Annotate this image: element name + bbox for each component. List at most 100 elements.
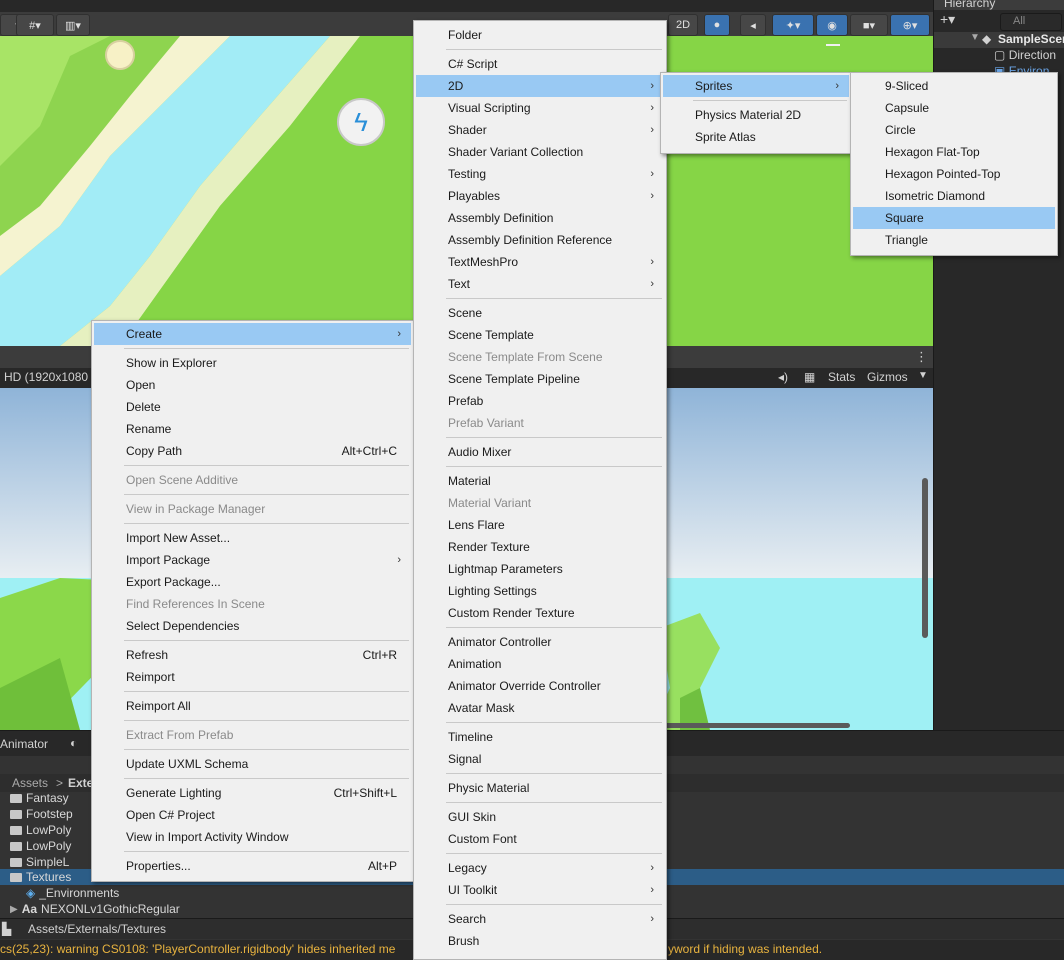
create-item-scene-template-pipeline[interactable]: Scene Template Pipeline <box>416 368 664 390</box>
menu-item-rename[interactable]: Rename <box>94 418 411 440</box>
create-item-scene-template[interactable]: Scene Template <box>416 324 664 346</box>
create-item-animation[interactable]: Animation <box>416 653 664 675</box>
sprite-item-square[interactable]: Square <box>853 207 1055 229</box>
list-item[interactable]: Footstep <box>10 806 73 822</box>
create-item-shader[interactable]: Shader › <box>416 119 664 141</box>
create-item-lightmap-parameters[interactable]: Lightmap Parameters <box>416 558 664 580</box>
create-item-material[interactable]: Material <box>416 470 664 492</box>
gizmos-dropdown-arrow-icon[interactable]: ▼ <box>918 370 928 381</box>
create-item-scene[interactable]: Scene <box>416 302 664 324</box>
lighting-toggle-icon[interactable]: ● <box>704 14 730 36</box>
create-item-shader-variant-collection[interactable]: Shader Variant Collection <box>416 141 664 163</box>
menu-item-reimport-all[interactable]: Reimport All <box>94 695 411 717</box>
audio-toggle-icon[interactable]: ◂ <box>740 14 766 36</box>
scene-menu-handle-icon[interactable] <box>826 44 840 46</box>
create-item-signal[interactable]: Signal <box>416 748 664 770</box>
console-tab-icon[interactable]: ◐ <box>70 736 77 750</box>
breadcrumb-externals[interactable]: Exte <box>68 776 93 790</box>
resolution-dropdown[interactable]: HD (1920x1080 <box>4 370 88 384</box>
hierarchy-search-input[interactable]: All <box>1000 13 1062 31</box>
add-icon[interactable]: +▾ <box>940 11 955 28</box>
list-item[interactable]: ▶ Aa NEXONLv1GothicRegular <box>10 901 180 917</box>
grid-snap-dropdown[interactable]: #▾ <box>16 14 54 36</box>
list-item[interactable]: LowPoly <box>10 822 71 838</box>
create-item-folder[interactable]: Folder <box>416 24 664 46</box>
game-more-icon[interactable]: ⋮ <box>915 349 928 365</box>
menu-item-import-package[interactable]: Import Package › <box>94 549 411 571</box>
menu-item-properties[interactable]: Properties... Alt+P <box>94 855 411 877</box>
menu-item-generate-lighting[interactable]: Generate Lighting Ctrl+Shift+L <box>94 782 411 804</box>
list-item-selected[interactable]: Textures <box>10 869 71 885</box>
sprite-item-circle[interactable]: Circle <box>853 119 1055 141</box>
create-item-animator-controller[interactable]: Animator Controller <box>416 631 664 653</box>
create-item-legacy[interactable]: Legacy › <box>416 857 664 879</box>
breadcrumb-assets[interactable]: Assets <box>12 776 48 790</box>
menu-2d-item-sprite-atlas[interactable]: Sprite Atlas <box>663 126 849 148</box>
menu-item-open[interactable]: Open <box>94 374 411 396</box>
scene-expand-arrow-icon[interactable]: ▼ <box>970 32 980 43</box>
create-item-audio-mixer[interactable]: Audio Mixer <box>416 441 664 463</box>
create-item-textmeshpro[interactable]: TextMeshPro › <box>416 251 664 273</box>
game-horizontal-scrollbar[interactable] <box>660 723 850 728</box>
menu-item-update-uxml-schema[interactable]: Update UXML Schema <box>94 753 411 775</box>
increment-snap-dropdown[interactable]: ▥▾ <box>56 14 90 36</box>
create-item-custom-font[interactable]: Custom Font <box>416 828 664 850</box>
hierarchy-scene-row[interactable]: ▼ ◆ SampleScene <box>934 32 1064 48</box>
create-item-gui-skin[interactable]: GUI Skin <box>416 806 664 828</box>
sprite-item-hexagon-pointed-top[interactable]: Hexagon Pointed-Top <box>853 163 1055 185</box>
menu-item-export-package[interactable]: Export Package... <box>94 571 411 593</box>
create-item-assembly-definition[interactable]: Assembly Definition <box>416 207 664 229</box>
create-item-avatar-mask[interactable]: Avatar Mask <box>416 697 664 719</box>
menu-item-delete[interactable]: Delete <box>94 396 411 418</box>
stats-button[interactable]: Stats <box>828 370 855 384</box>
menu-item-refresh[interactable]: Refresh Ctrl+R <box>94 644 411 666</box>
create-item-prefab[interactable]: Prefab <box>416 390 664 412</box>
create-item-testing[interactable]: Testing › <box>416 163 664 185</box>
sprite-item-triangle[interactable]: Triangle <box>853 229 1055 251</box>
list-item[interactable]: SimpleL <box>10 854 69 870</box>
menu-item-select-dependencies[interactable]: Select Dependencies <box>94 615 411 637</box>
menu-2d-item-physics-material-2d[interactable]: Physics Material 2D <box>663 104 849 126</box>
create-item-lighting-settings[interactable]: Lighting Settings <box>416 580 664 602</box>
list-item[interactable]: LowPoly <box>10 838 71 854</box>
list-item[interactable]: ◈ _Environments <box>26 885 119 901</box>
create-item-animator-override-controller[interactable]: Animator Override Controller <box>416 675 664 697</box>
mode-2d-toggle[interactable]: 2D <box>668 14 698 36</box>
create-item-text[interactable]: Text › <box>416 273 664 295</box>
tab-animator[interactable]: Animator <box>0 737 48 751</box>
mute-audio-icon[interactable]: ◂) <box>778 370 788 384</box>
effects-dropdown-icon[interactable]: ✦▾ <box>772 14 814 36</box>
menu-item-open-c-project[interactable]: Open C# Project <box>94 804 411 826</box>
create-item-2d[interactable]: 2D › <box>416 75 664 97</box>
create-item-playables[interactable]: Playables › <box>416 185 664 207</box>
keyboard-shortcuts-icon[interactable]: ▦ <box>804 370 815 384</box>
sprite-item-9-sliced[interactable]: 9-Sliced <box>853 75 1055 97</box>
create-item-brush[interactable]: Brush <box>416 930 664 952</box>
expand-arrow-icon[interactable]: ▶ <box>10 904 18 915</box>
menu-item-show-in-explorer[interactable]: Show in Explorer <box>94 352 411 374</box>
directional-light-icon[interactable] <box>105 40 135 70</box>
menu-item-import-new-asset[interactable]: Import New Asset... <box>94 527 411 549</box>
create-item-physic-material[interactable]: Physic Material <box>416 777 664 799</box>
sprite-item-hexagon-flat-top[interactable]: Hexagon Flat-Top <box>853 141 1055 163</box>
hierarchy-tab[interactable]: Hierarchy <box>934 0 1064 10</box>
scene-visibility-icon[interactable]: ◉ <box>816 14 848 36</box>
create-item-custom-render-texture[interactable]: Custom Render Texture <box>416 602 664 624</box>
sprite-item-capsule[interactable]: Capsule <box>853 97 1055 119</box>
menu-item-view-in-import-activity-window[interactable]: View in Import Activity Window <box>94 826 411 848</box>
lightning-icon[interactable]: ϟ <box>337 98 385 146</box>
gizmos-dropdown-icon[interactable]: ⊕▾ <box>890 14 930 36</box>
sprite-item-isometric-diamond[interactable]: Isometric Diamond <box>853 185 1055 207</box>
menu-item-reimport[interactable]: Reimport <box>94 666 411 688</box>
hierarchy-item[interactable]: ▢ Direction <box>994 48 1056 62</box>
list-item[interactable]: Fantasy <box>10 790 69 806</box>
create-item-search[interactable]: Search › <box>416 908 664 930</box>
create-item-assembly-definition-reference[interactable]: Assembly Definition Reference <box>416 229 664 251</box>
game-vertical-scrollbar[interactable] <box>922 478 928 638</box>
create-item-lens-flare[interactable]: Lens Flare <box>416 514 664 536</box>
create-item-visual-scripting[interactable]: Visual Scripting › <box>416 97 664 119</box>
menu-item-create[interactable]: Create › <box>94 323 411 345</box>
create-item-timeline[interactable]: Timeline <box>416 726 664 748</box>
create-item-c-script[interactable]: C# Script <box>416 53 664 75</box>
menu-item-copy-path[interactable]: Copy Path Alt+Ctrl+C <box>94 440 411 462</box>
